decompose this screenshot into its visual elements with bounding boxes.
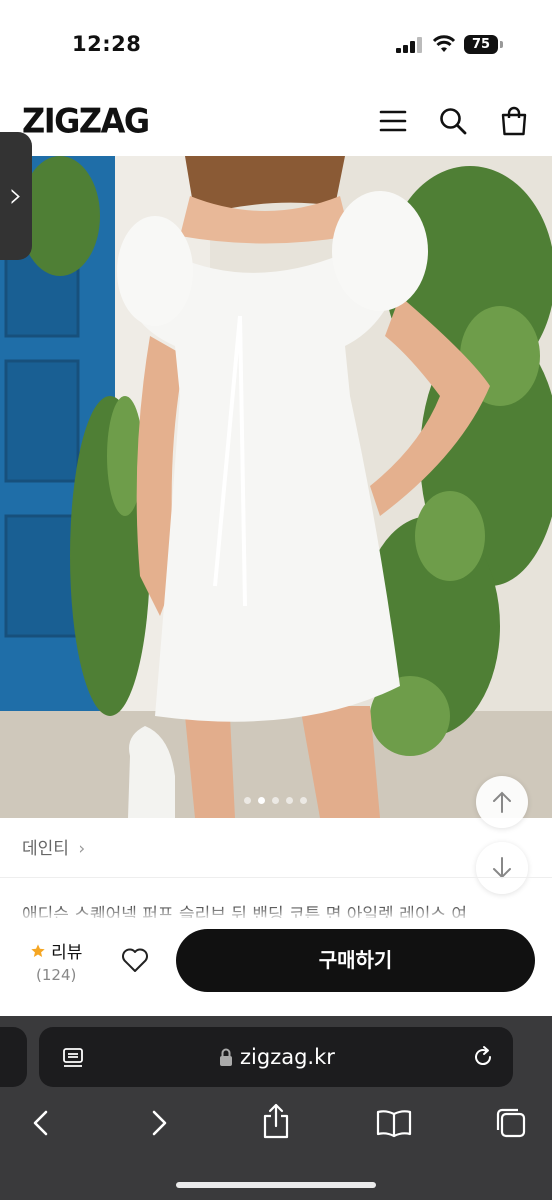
search-icon[interactable] xyxy=(438,106,468,136)
pagination-dot xyxy=(300,797,307,804)
tabs-icon[interactable] xyxy=(494,1106,528,1140)
chevron-right-icon: › xyxy=(8,175,24,216)
image-pagination-dots xyxy=(244,797,307,805)
status-bar: 12:28 75 xyxy=(0,0,552,88)
previous-tab[interactable] xyxy=(0,1027,27,1087)
cellular-signal-icon xyxy=(396,37,424,53)
review-link[interactable]: 리뷰 (124) xyxy=(30,938,83,984)
pagination-dot-active xyxy=(258,797,265,804)
app-header: ZIGZAG xyxy=(0,88,552,156)
review-label: 리뷰 xyxy=(51,943,83,963)
product-image[interactable] xyxy=(0,156,552,818)
share-icon[interactable] xyxy=(260,1102,292,1140)
review-count: (124) xyxy=(36,966,77,984)
pagination-dot xyxy=(272,797,279,804)
buy-button[interactable]: 구매하기 xyxy=(176,929,535,992)
chevron-right-icon: › xyxy=(78,839,86,859)
scroll-top-button[interactable] xyxy=(476,776,528,828)
battery-icon: 75 xyxy=(464,35,503,54)
bookmarks-icon[interactable] xyxy=(375,1108,413,1138)
star-icon xyxy=(31,944,45,957)
product-photo-illustration xyxy=(0,156,552,818)
reload-icon[interactable] xyxy=(471,1045,495,1069)
pagination-dot xyxy=(286,797,293,804)
back-icon[interactable] xyxy=(28,1108,54,1138)
store-link[interactable]: 데인티 › xyxy=(22,834,85,859)
home-indicator[interactable] xyxy=(176,1182,376,1188)
url-text[interactable]: zigzag.kr xyxy=(240,1045,335,1069)
store-name: 데인티 xyxy=(22,839,69,859)
heart-icon[interactable] xyxy=(120,946,150,974)
side-panel-toggle[interactable]: › xyxy=(0,132,32,260)
scroll-down-button[interactable] xyxy=(476,842,528,894)
reader-mode-icon[interactable] xyxy=(61,1046,85,1070)
arrow-down-icon xyxy=(493,857,511,879)
status-time: 12:28 xyxy=(72,32,142,56)
divider xyxy=(0,877,552,878)
wifi-icon xyxy=(432,35,456,52)
zigzag-logo[interactable]: ZIGZAG xyxy=(22,101,150,141)
lock-icon xyxy=(220,1048,232,1066)
menu-icon[interactable] xyxy=(378,106,408,136)
arrow-up-icon xyxy=(493,791,511,813)
pagination-dot xyxy=(244,797,251,804)
shopping-bag-icon[interactable] xyxy=(499,106,529,136)
forward-icon[interactable] xyxy=(146,1108,172,1138)
